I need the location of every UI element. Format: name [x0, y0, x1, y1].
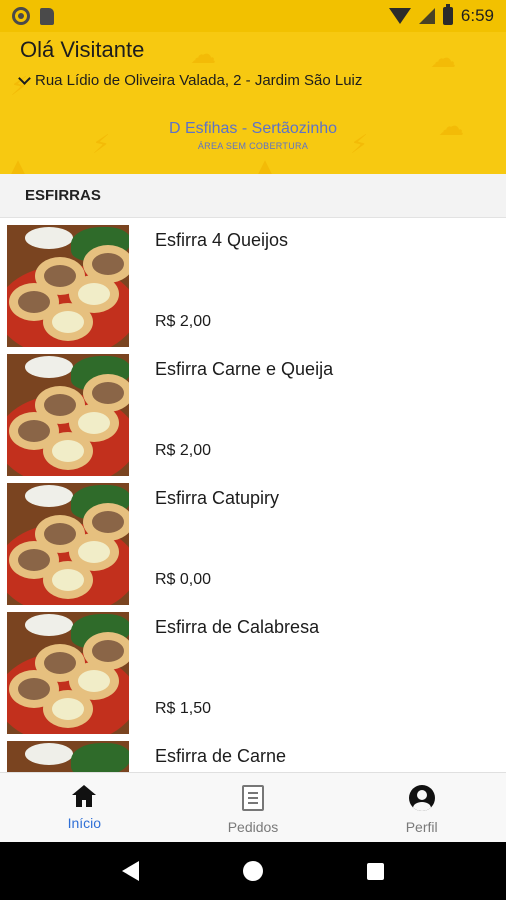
battery-icon: [442, 4, 453, 25]
background-pattern-icon: ▲: [255, 154, 275, 174]
orders-icon: [242, 785, 264, 811]
status-bar: 6:59: [0, 0, 506, 32]
header: ☁ ☁ ⚡ ⚡ ⚡ ☁ ▲ ▲ Olá Visitante Rua Lídio …: [0, 32, 506, 174]
greeting: Olá Visitante: [20, 37, 145, 62]
product-name: Esfirra de Calabresa: [155, 617, 320, 637]
product-name: Esfirra Catupiry: [155, 488, 280, 508]
home-icon: [72, 785, 97, 807]
cell-signal-icon: [418, 8, 435, 24]
product-image: [7, 354, 129, 476]
product-item[interactable]: Esfirra Catupiry R$ 0,00: [0, 476, 506, 605]
chevron-down-icon: [18, 71, 31, 85]
product-price: R$ 2,00: [155, 313, 212, 330]
product-name: Esfirra 4 Queijos: [155, 230, 289, 250]
product-item[interactable]: Esfirra de Carne: [0, 734, 506, 772]
profile-icon: [408, 785, 435, 811]
system-navigation-bar: [0, 842, 506, 900]
address-text: Rua Lídio de Oliveira Valada, 2 - Jardim…: [35, 72, 363, 89]
coverage-note: ÁREA SEM COBERTURA: [197, 141, 309, 151]
system-home-icon[interactable]: [243, 861, 263, 881]
product-price: R$ 0,00: [155, 571, 212, 588]
store-name[interactable]: D Esfihas - Sertãozinho: [0, 120, 506, 138]
product-list[interactable]: Esfirra 4 Queijos R$ 2,00 Esfirra Carne …: [0, 218, 506, 772]
nav-home-label: Início: [67, 815, 102, 831]
product-name: Esfirra de Carne: [155, 746, 287, 766]
background-pattern-icon: ☁: [430, 44, 456, 74]
nav-home[interactable]: Início: [0, 773, 169, 842]
address-selector[interactable]: Rua Lídio de Oliveira Valada, 2 - Jardim…: [18, 71, 363, 89]
wifi-icon: [388, 8, 411, 24]
category-title: ESFIRRAS: [25, 187, 101, 204]
background-pattern-icon: ▲: [8, 154, 28, 174]
product-item[interactable]: Esfirra de Calabresa R$ 1,50: [0, 605, 506, 734]
product-image: [7, 741, 129, 772]
recent-apps-icon[interactable]: [367, 862, 384, 880]
product-image: [7, 612, 129, 734]
sd-card-icon: [40, 7, 54, 25]
status-time: 6:59: [460, 6, 494, 25]
product-item[interactable]: Esfirra 4 Queijos R$ 2,00: [0, 218, 506, 347]
product-name: Esfirra Carne e Queija: [155, 359, 334, 379]
nav-orders[interactable]: Pedidos: [169, 773, 338, 842]
product-price: R$ 2,00: [155, 442, 212, 459]
background-pattern-icon: ☁: [190, 40, 216, 70]
product-item[interactable]: Esfirra Carne e Queija R$ 2,00: [0, 347, 506, 476]
nav-orders-label: Pedidos: [227, 819, 279, 835]
category-header: ESFIRRAS: [0, 174, 506, 218]
notification-icon: [12, 7, 30, 25]
nav-profile[interactable]: Perfil: [337, 773, 506, 842]
bottom-navigation: Início Pedidos Perfil: [0, 772, 506, 842]
product-price: R$ 1,50: [155, 700, 212, 717]
product-image: [7, 225, 129, 347]
nav-profile-label: Perfil: [405, 819, 438, 835]
product-image: [7, 483, 129, 605]
back-icon[interactable]: [122, 861, 139, 881]
